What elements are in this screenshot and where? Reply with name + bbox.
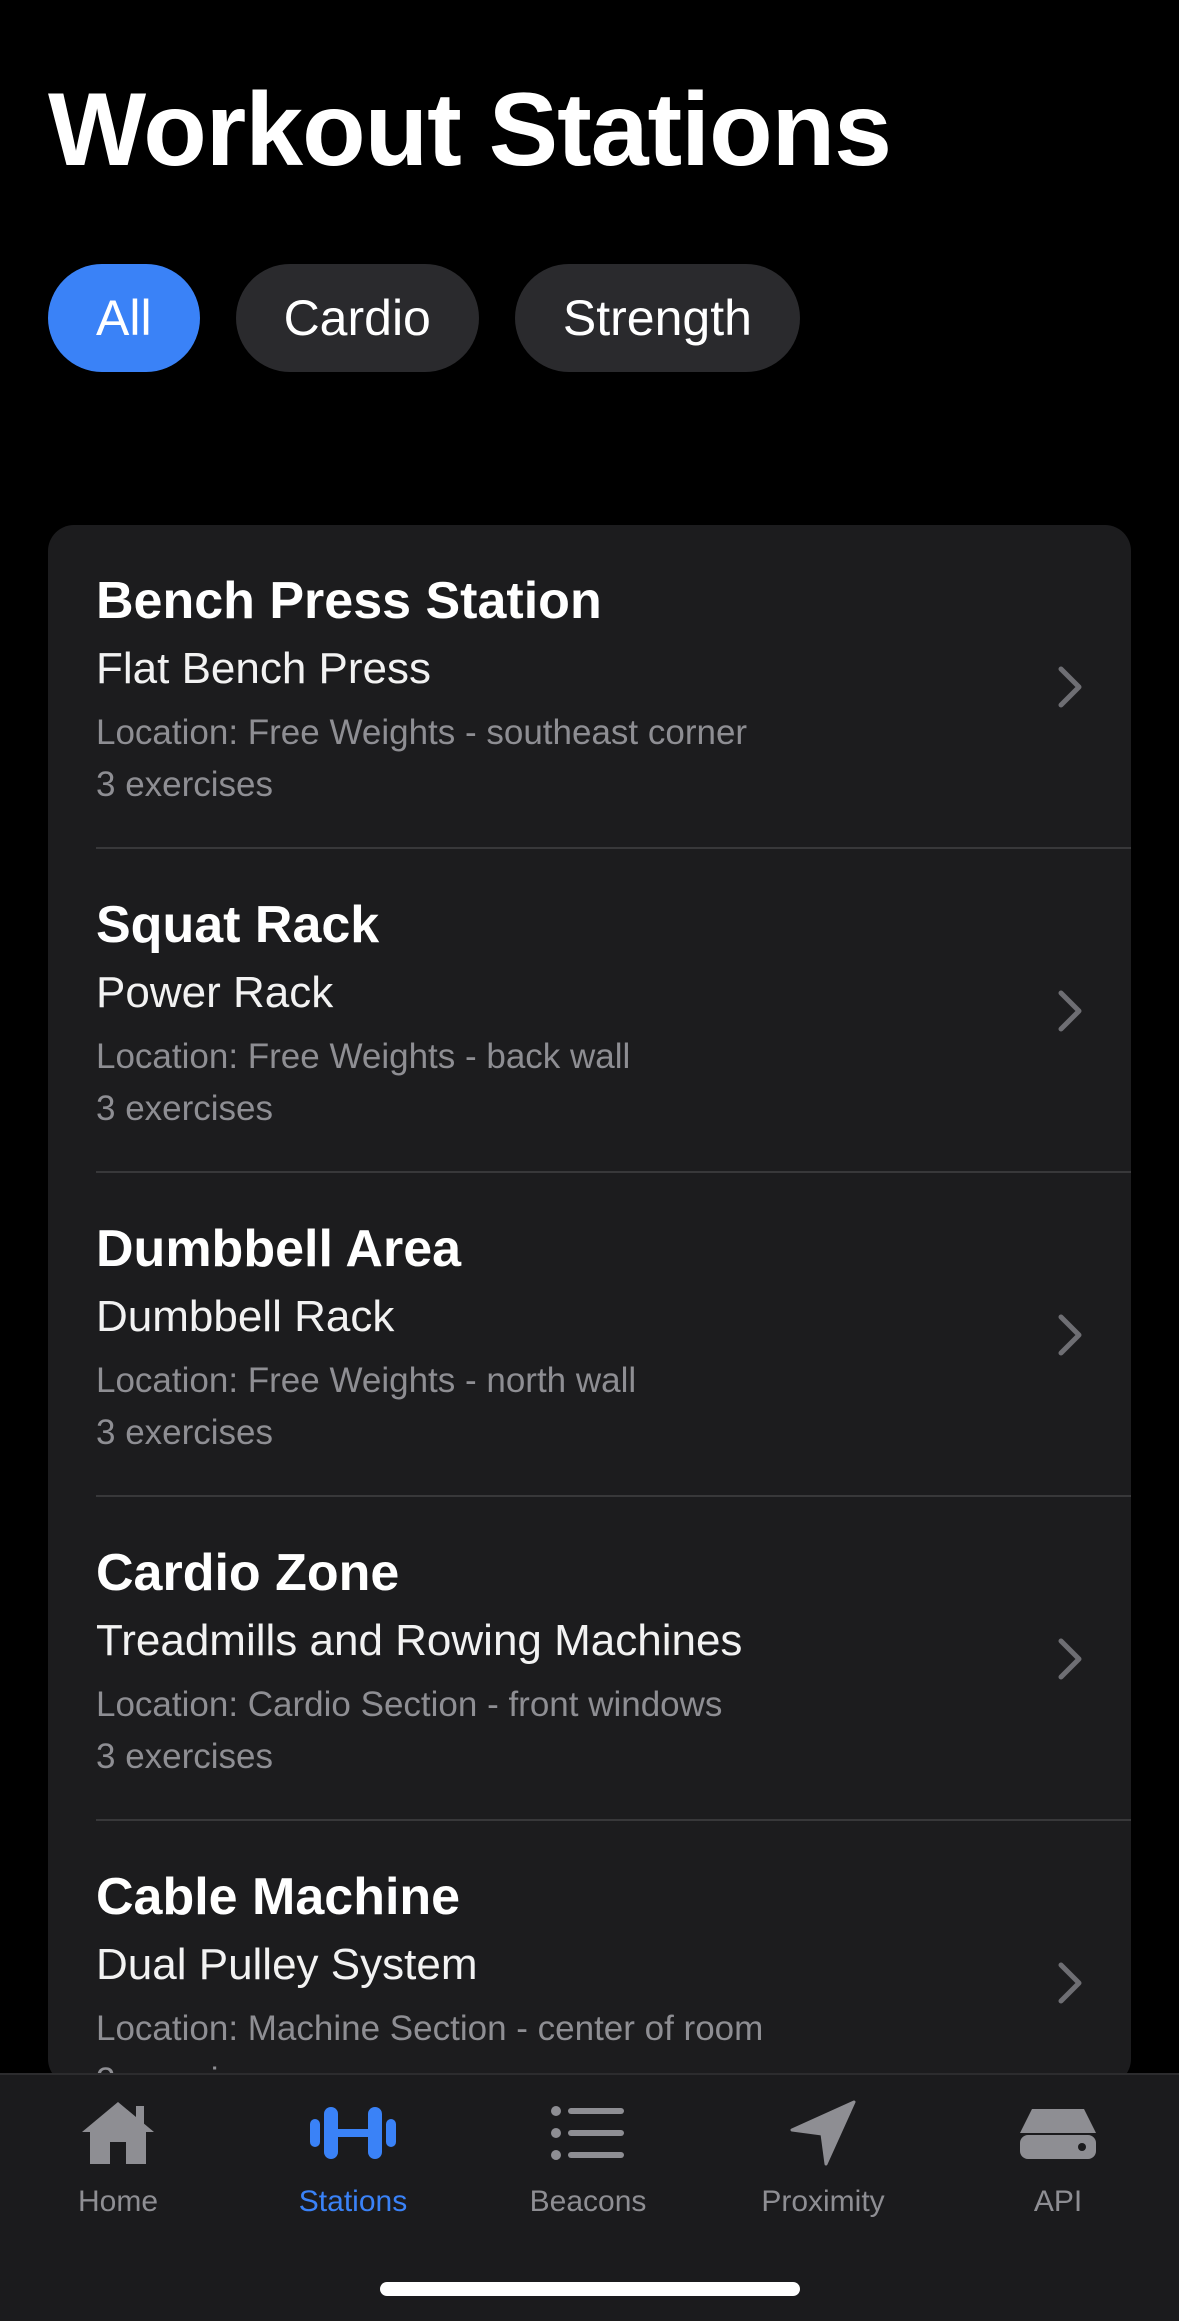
station-equipment: Treadmills and Rowing Machines bbox=[96, 1616, 743, 1665]
chevron-right-icon bbox=[1058, 1314, 1082, 1356]
filter-chips: All Cardio Strength bbox=[48, 264, 800, 372]
station-name: Cable Machine bbox=[96, 1868, 461, 1926]
filter-chip-cardio[interactable]: Cardio bbox=[235, 264, 479, 372]
server-drive-icon bbox=[1010, 2095, 1106, 2171]
tab-label: Home bbox=[77, 2185, 159, 2218]
chevron-right-icon bbox=[1058, 1962, 1082, 2004]
tab-stations[interactable]: Stations bbox=[253, 2095, 453, 2245]
station-name: Squat Rack bbox=[96, 896, 380, 954]
tab-label: Beacons bbox=[529, 2185, 647, 2218]
tab-label: API bbox=[1033, 2185, 1083, 2218]
station-location: Location: Free Weights - back wall bbox=[96, 1037, 631, 1076]
stations-list: Bench Press Station Flat Bench Press Loc… bbox=[48, 525, 1131, 2085]
station-location: Location: Free Weights - southeast corne… bbox=[96, 713, 748, 752]
dumbbell-icon bbox=[305, 2095, 401, 2171]
chevron-right-icon bbox=[1058, 666, 1082, 708]
station-exercise-count: 3 exercises bbox=[96, 1089, 274, 1128]
home-indicator bbox=[380, 2282, 800, 2296]
tab-label: Proximity bbox=[761, 2185, 885, 2218]
tab-proximity[interactable]: Proximity bbox=[723, 2095, 923, 2245]
list-icon bbox=[540, 2095, 636, 2171]
tab-home[interactable]: Home bbox=[18, 2095, 218, 2245]
station-location: Location: Machine Section - center of ro… bbox=[96, 2009, 764, 2048]
page-title: Workout Stations bbox=[48, 72, 892, 188]
filter-chip-strength[interactable]: Strength bbox=[514, 264, 800, 372]
station-exercise-count: 3 exercises bbox=[96, 1413, 274, 1452]
station-row[interactable]: Squat Rack Power Rack Location: Free Wei… bbox=[48, 849, 1131, 1173]
station-location: Location: Free Weights - north wall bbox=[96, 1361, 637, 1400]
station-equipment: Flat Bench Press bbox=[96, 644, 432, 693]
station-row[interactable]: Cable Machine Dual Pulley System Locatio… bbox=[48, 1821, 1131, 2085]
location-arrow-icon bbox=[775, 2095, 871, 2171]
tab-api[interactable]: API bbox=[958, 2095, 1158, 2245]
station-row[interactable]: Dumbbell Area Dumbbell Rack Location: Fr… bbox=[48, 1173, 1131, 1497]
tab-label: Stations bbox=[298, 2185, 408, 2218]
house-icon bbox=[70, 2095, 166, 2171]
chevron-right-icon bbox=[1058, 990, 1082, 1032]
station-name: Cardio Zone bbox=[96, 1544, 400, 1602]
station-row[interactable]: Cardio Zone Treadmills and Rowing Machin… bbox=[48, 1497, 1131, 1821]
station-row[interactable]: Bench Press Station Flat Bench Press Loc… bbox=[48, 525, 1131, 849]
station-name: Bench Press Station bbox=[96, 572, 602, 630]
station-exercise-count: 3 exercises bbox=[96, 1737, 274, 1776]
station-equipment: Power Rack bbox=[96, 968, 334, 1017]
station-equipment: Dual Pulley System bbox=[96, 1940, 478, 1989]
tab-beacons[interactable]: Beacons bbox=[488, 2095, 688, 2245]
station-location: Location: Cardio Section - front windows bbox=[96, 1685, 723, 1724]
station-exercise-count: 3 exercises bbox=[96, 765, 274, 804]
filter-chip-all[interactable]: All bbox=[48, 264, 200, 372]
chevron-right-icon bbox=[1058, 1638, 1082, 1680]
station-equipment: Dumbbell Rack bbox=[96, 1292, 395, 1341]
station-name: Dumbbell Area bbox=[96, 1220, 462, 1278]
